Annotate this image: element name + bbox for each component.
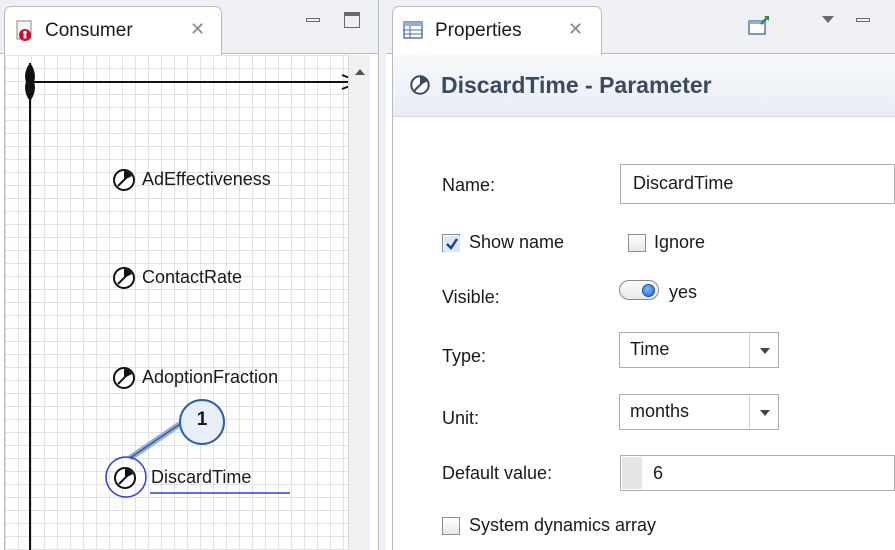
- system-dynamics-array-label: System dynamics array: [469, 515, 657, 535]
- default-value-text: 6: [653, 463, 664, 483]
- checkmark-icon: [444, 236, 460, 252]
- pin-view-icon[interactable]: [747, 14, 771, 36]
- properties-panel-header: Properties ✕: [386, 0, 895, 55]
- parameter-icon: [410, 75, 430, 95]
- visible-label: Visible:: [442, 287, 500, 307]
- ignore-label: Ignore: [654, 232, 706, 252]
- properties-tab-label: Properties: [435, 20, 522, 41]
- show-name-checkbox[interactable]: [442, 234, 460, 252]
- type-label: Type:: [442, 346, 487, 366]
- show-name-label: Show name: [469, 232, 565, 252]
- consumer-editor-panel: Consumer ✕ AdEffectiveness ContactRate A…: [0, 0, 386, 550]
- properties-table-icon: [403, 21, 423, 39]
- name-field[interactable]: DiscardTime: [620, 164, 895, 204]
- close-icon[interactable]: ✕: [568, 19, 583, 40]
- properties-panel: Properties ✕ DiscardTime - Parameter Nam…: [386, 0, 895, 550]
- chevron-down-icon[interactable]: [749, 333, 778, 367]
- chevron-down-icon[interactable]: [749, 395, 778, 429]
- system-dynamics-array-checkbox[interactable]: [442, 517, 460, 535]
- static-dynamic-toggle[interactable]: [622, 457, 642, 489]
- unit-dropdown-value: months: [630, 401, 690, 421]
- visible-toggle[interactable]: [619, 280, 659, 300]
- panel-border: [392, 55, 393, 550]
- parameter-label: DiscardTime: [151, 467, 252, 487]
- panel-divider: [378, 0, 386, 550]
- properties-title: DiscardTime - Parameter: [441, 72, 712, 98]
- properties-tab[interactable]: Properties ✕: [392, 6, 602, 55]
- unit-label: Unit:: [442, 408, 480, 428]
- type-dropdown[interactable]: Time: [619, 332, 779, 368]
- minimize-icon[interactable]: [856, 18, 870, 22]
- unit-dropdown[interactable]: months: [619, 394, 779, 430]
- visible-value: yes: [669, 282, 698, 302]
- toggle-knob: [642, 284, 655, 297]
- parameter-discardtime[interactable]: DiscardTime: [113, 464, 293, 492]
- default-value-field[interactable]: 6: [620, 455, 895, 491]
- ignore-checkbox[interactable]: [628, 234, 646, 252]
- parameter-icon: [114, 467, 136, 489]
- type-dropdown-value: Time: [630, 339, 670, 359]
- default-value-label: Default value:: [442, 463, 553, 483]
- view-menu-icon[interactable]: [822, 16, 834, 23]
- name-label: Name:: [442, 175, 496, 195]
- callout-number: 1: [196, 409, 208, 430]
- properties-title-bar: DiscardTime - Parameter: [393, 55, 895, 117]
